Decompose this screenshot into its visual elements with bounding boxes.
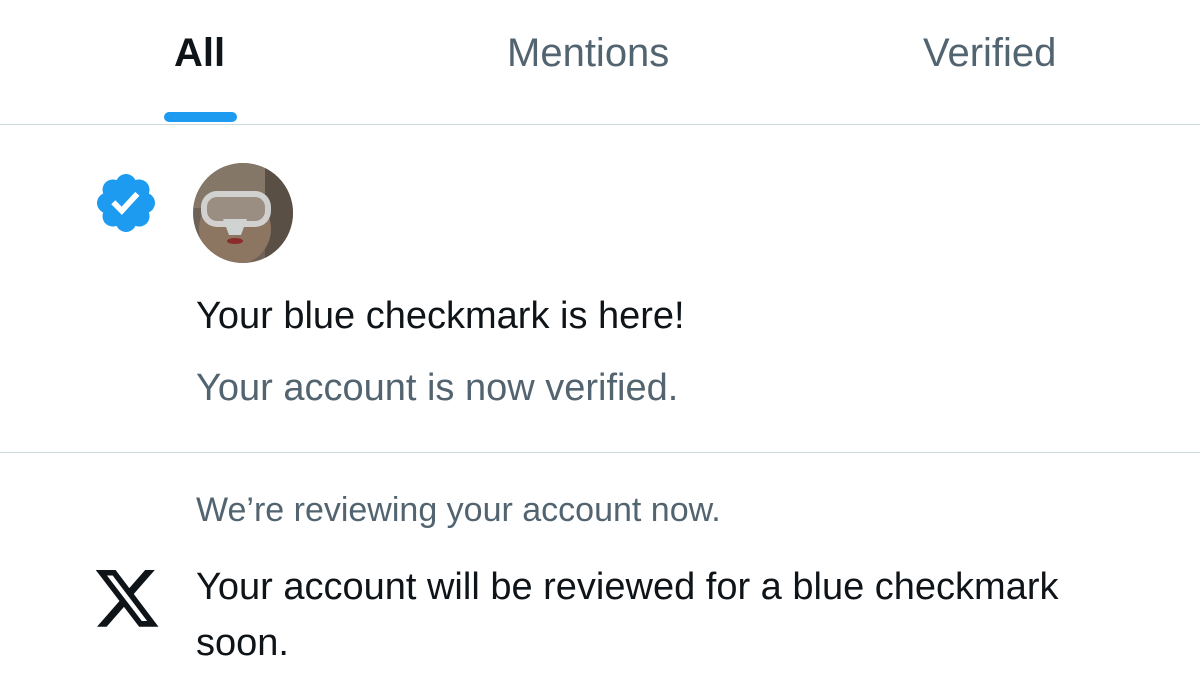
tab-all-label: All: [174, 31, 226, 75]
notification-title: Your blue checkmark is here!: [196, 295, 685, 337]
notification-tabs: All Mentions Verified: [0, 0, 1200, 125]
notification-subtitle: Your account is now verified.: [196, 367, 679, 409]
notification-review[interactable]: We’re reviewing your account now. Your a…: [0, 453, 1200, 699]
notification-context: We’re reviewing your account now.: [196, 491, 721, 529]
tab-verified-label: Verified: [923, 31, 1057, 75]
x-logo-icon: [95, 570, 159, 627]
tab-mentions[interactable]: Mentions: [480, 0, 720, 124]
notification-body: Your account will be reviewed for a blue…: [196, 566, 1059, 664]
notification-verified[interactable]: Your blue checkmark is here! Your accoun…: [0, 125, 1200, 453]
user-avatar[interactable]: [193, 163, 293, 263]
avatar-photo: [193, 163, 293, 263]
active-tab-indicator: [164, 112, 237, 122]
verified-badge-icon: [96, 173, 156, 233]
tab-mentions-label: Mentions: [507, 31, 670, 75]
tab-verified[interactable]: Verified: [900, 0, 1100, 124]
tab-all[interactable]: All: [150, 0, 250, 124]
